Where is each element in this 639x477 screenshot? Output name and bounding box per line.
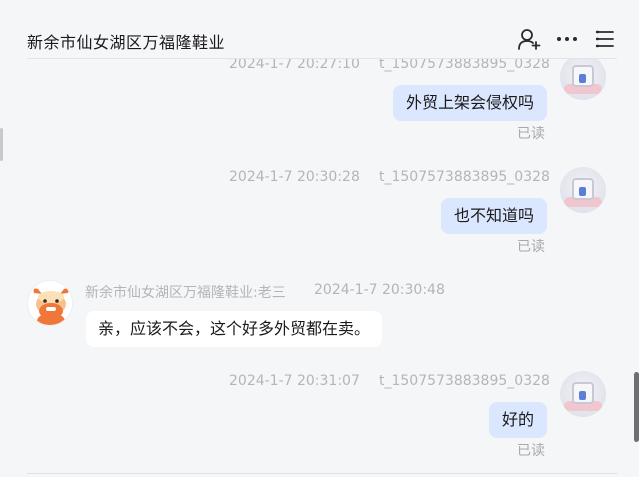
avatar[interactable]	[560, 167, 606, 213]
message-bubble[interactable]: 外贸上架会侵权吗	[392, 85, 547, 121]
cow-avatar-icon	[28, 281, 72, 325]
message-sender: t_1507573883895_0328	[379, 373, 550, 389]
page-title: 新余市仙女湖区万福隆鞋业	[27, 33, 226, 52]
read-status: 已读	[517, 443, 545, 459]
message-time: 2024-1-7 20:31:07	[229, 373, 360, 389]
message-sender: t_1507573883895_0328	[379, 169, 550, 185]
message-meta: 新余市仙女湖区万福隆鞋业:老三 2024-1-7 20:30:48	[85, 282, 485, 302]
scrollbar[interactable]	[634, 372, 639, 442]
more-icon[interactable]	[555, 27, 579, 51]
message-bubble[interactable]: 也不知道吗	[440, 198, 547, 234]
message-time: 2024-1-7 20:30:28	[229, 169, 360, 185]
message-bubble[interactable]: 亲，应该不会，这个好多外贸都在卖。	[86, 311, 383, 347]
read-status: 已读	[517, 126, 545, 142]
message-meta: 2024-1-7 20:31:07 t_1507573883895_0328	[0, 373, 550, 393]
message-meta: 2024-1-7 20:27:10 t_1507573883895_0328	[0, 56, 550, 76]
read-status: 已读	[517, 239, 545, 255]
avatar[interactable]	[27, 280, 73, 326]
message-time: 2024-1-7 20:30:48	[314, 282, 445, 298]
message-meta: 2024-1-7 20:30:28 t_1507573883895_0328	[0, 169, 550, 189]
chat-header: 新余市仙女湖区万福隆鞋业	[0, 0, 639, 59]
avatar[interactable]	[560, 371, 606, 417]
header-divider	[27, 58, 617, 59]
message-bubble[interactable]: 好的	[488, 402, 547, 438]
divider	[27, 473, 617, 474]
menu-icon[interactable]	[593, 27, 617, 51]
add-user-icon[interactable]	[517, 27, 541, 51]
message-sender: 新余市仙女湖区万福隆鞋业:老三	[85, 285, 286, 301]
chat-panel: 2024-1-7 20:27:10 t_1507573883895_0328 外…	[0, 0, 639, 477]
resize-handle[interactable]	[0, 128, 3, 161]
avatar[interactable]	[560, 54, 606, 100]
